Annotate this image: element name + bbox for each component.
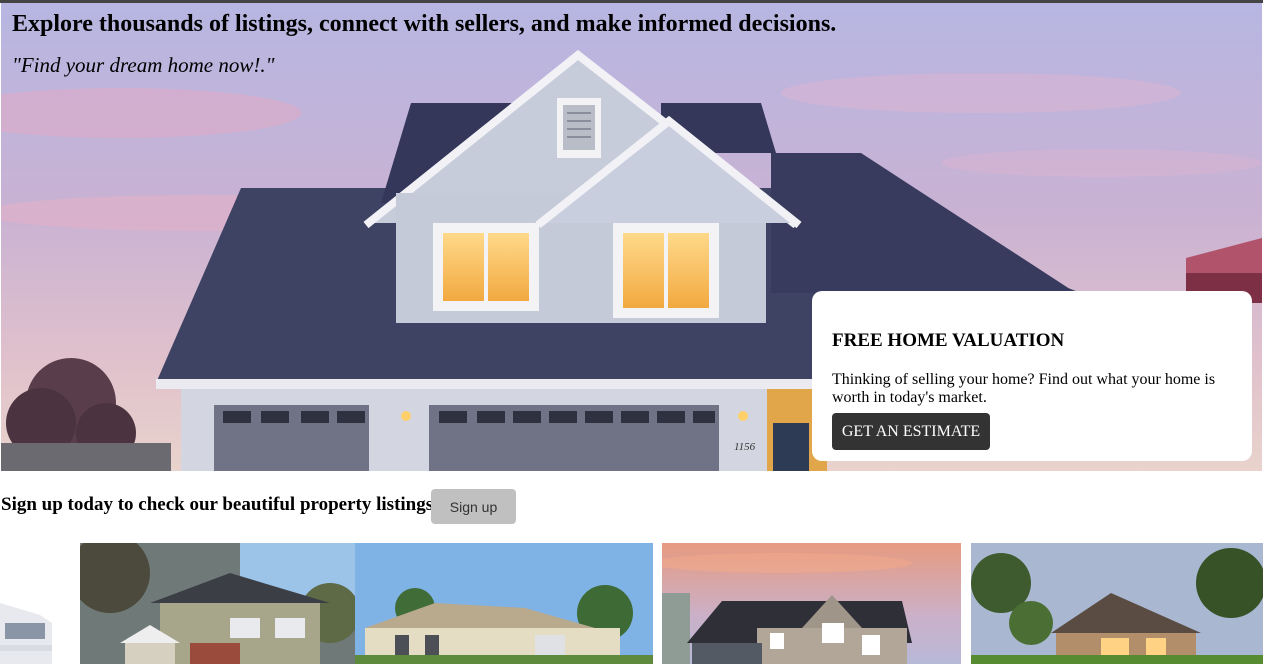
signup-button[interactable]: Sign up <box>431 489 516 524</box>
listing-image-gray-gabled-house[interactable] <box>662 543 961 664</box>
valuation-description: Thinking of selling your home? Find out … <box>832 371 1216 406</box>
signup-prompt: Sign up today to check our beautiful pro… <box>1 494 434 515</box>
hero-banner: 1156 Explore thousands of listings, conn… <box>1 3 1262 471</box>
valuation-title: FREE HOME VALUATION <box>832 330 1065 351</box>
hero-title: Explore thousands of listings, connect w… <box>12 11 837 37</box>
listing-image-stone-craftsman-house[interactable] <box>971 543 1263 664</box>
listing-image-two-story-house[interactable] <box>80 543 355 664</box>
hero-tagline: "Find your dream home now!." <box>12 53 275 77</box>
listing-image-ranch-house[interactable] <box>355 543 653 664</box>
listing-image-modern-building[interactable] <box>0 543 55 664</box>
get-estimate-button[interactable]: GET AN ESTIMATE <box>832 413 990 450</box>
free-valuation-card: FREE HOME VALUATION Thinking of selling … <box>812 291 1252 461</box>
house-number: 1156 <box>734 441 756 453</box>
